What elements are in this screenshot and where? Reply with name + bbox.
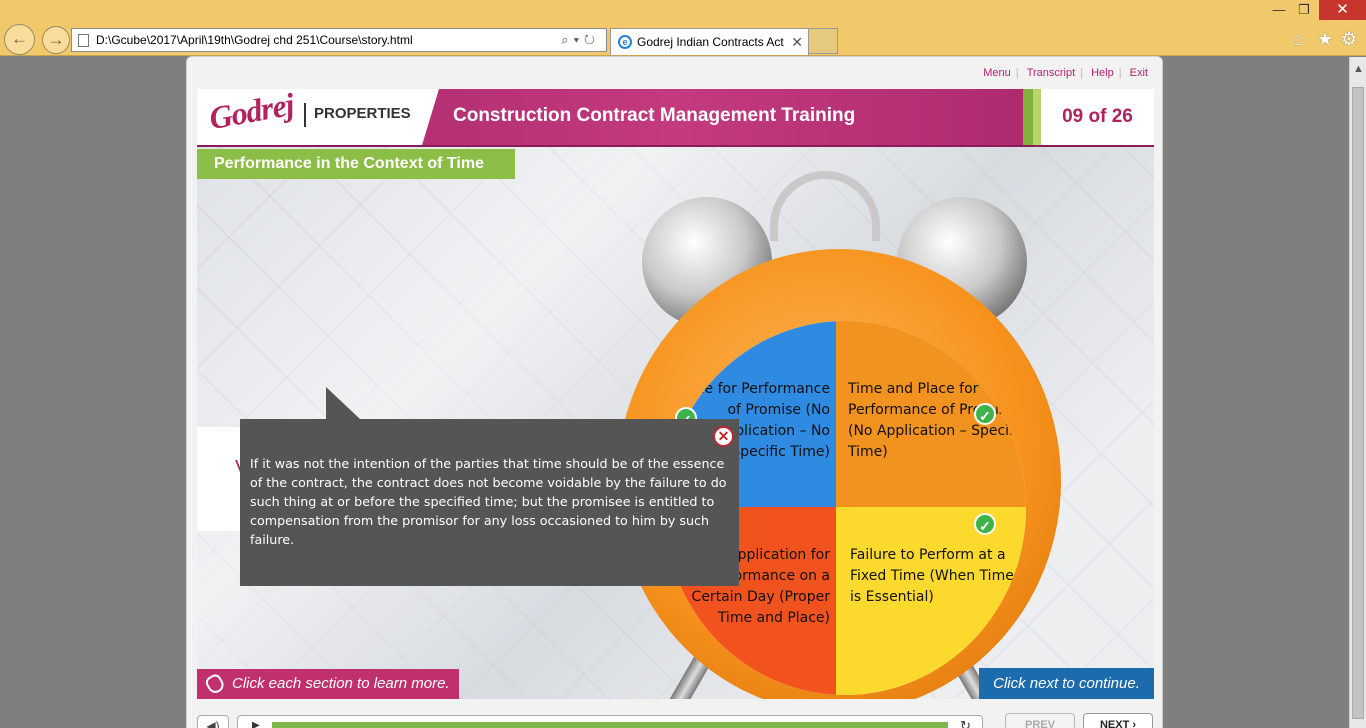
back-arrow-icon[interactable]: ← bbox=[4, 24, 35, 55]
slide-canvas: Godrej PROPERTIES Construction Contract … bbox=[197, 89, 1154, 699]
favorites-star-icon[interactable]: ★ bbox=[1317, 29, 1333, 50]
callout-pointer bbox=[326, 387, 360, 419]
close-tab-icon[interactable]: ✕ bbox=[791, 29, 803, 55]
volume-icon[interactable]: ◀) bbox=[197, 715, 229, 728]
new-tab-button[interactable] bbox=[809, 28, 838, 54]
seekbar[interactable]: ▶ ↻ bbox=[237, 715, 983, 728]
replay-icon[interactable]: ↻ bbox=[960, 718, 971, 728]
exit-link[interactable]: Exit bbox=[1130, 67, 1148, 79]
hint-click-sections: Click each section to learn more. bbox=[197, 669, 459, 699]
checkmark-icon: ✓ bbox=[974, 513, 996, 535]
menu-divider: | bbox=[1118, 67, 1122, 79]
hint-left-text: Click each section to learn more. bbox=[232, 675, 450, 692]
menu-link[interactable]: Menu bbox=[983, 67, 1011, 79]
address-bar[interactable]: D:\Gcube\2017\April\19th\Godrej chd 251\… bbox=[71, 28, 607, 52]
callout-text: If it was not the intention of the parti… bbox=[250, 456, 727, 547]
scroll-thumb[interactable] bbox=[1352, 87, 1364, 719]
ie-icon: e bbox=[618, 35, 632, 49]
checkmark-icon: ✓ bbox=[974, 403, 996, 425]
player-top-menu: Menu | Transcript | Help | Exit bbox=[983, 67, 1148, 79]
forward-arrow-icon[interactable]: → bbox=[42, 26, 70, 54]
section-failure-fixed-time[interactable]: Failure to Perform at a Fixed Time (When… bbox=[836, 507, 1026, 695]
close-icon[interactable]: ✕ bbox=[713, 426, 734, 447]
help-link[interactable]: Help bbox=[1091, 67, 1114, 79]
browser-toolbar: ← → D:\Gcube\2017\April\19th\Godrej chd … bbox=[0, 0, 1366, 56]
address-text: D:\Gcube\2017\April\19th\Godrej chd 251\… bbox=[96, 33, 413, 47]
minimize-icon[interactable]: — bbox=[1268, 0, 1290, 20]
gear-icon[interactable]: ⚙ bbox=[1341, 29, 1357, 50]
search-icon[interactable]: ⌕ bbox=[561, 32, 573, 47]
course-player: Menu | Transcript | Help | Exit Godrej PROP… bbox=[186, 56, 1163, 728]
clock-handle bbox=[770, 171, 880, 241]
section-time-and-place[interactable]: Time and Place for Performance of Promis… bbox=[836, 321, 1026, 507]
next-button[interactable]: NEXT › bbox=[1083, 713, 1153, 728]
prev-button[interactable]: PREV bbox=[1005, 713, 1075, 728]
play-icon[interactable]: ▶ bbox=[252, 720, 260, 728]
menu-divider: | bbox=[1080, 67, 1084, 79]
page-icon bbox=[78, 34, 89, 47]
seekbar-progress bbox=[272, 722, 948, 728]
home-icon[interactable]: ⌂ bbox=[1292, 29, 1303, 50]
refresh-icon[interactable]: ↻ bbox=[584, 32, 600, 47]
hint-click-next: Click next to continue. bbox=[979, 668, 1154, 699]
browser-tab[interactable]: e Godrej Indian Contracts Act ✕ bbox=[610, 28, 809, 55]
close-window-icon[interactable]: ✕ bbox=[1319, 0, 1366, 20]
info-callout: If it was not the intention of the parti… bbox=[240, 419, 739, 586]
scroll-up-icon[interactable]: ▲ bbox=[1353, 63, 1364, 75]
address-bar-actions: ⌕▾↻ bbox=[561, 29, 600, 51]
transcript-link[interactable]: Transcript bbox=[1027, 67, 1076, 79]
mouse-icon bbox=[203, 672, 227, 696]
player-controls: ◀) ▶ ↻ PREV NEXT › bbox=[197, 713, 1154, 728]
menu-divider: | bbox=[1015, 67, 1019, 79]
restore-icon[interactable]: ❐ bbox=[1293, 0, 1315, 20]
tab-title: Godrej Indian Contracts Act bbox=[637, 35, 784, 49]
dropdown-icon[interactable]: ▾ bbox=[574, 32, 584, 47]
vertical-scrollbar[interactable]: ▲ bbox=[1349, 57, 1366, 728]
